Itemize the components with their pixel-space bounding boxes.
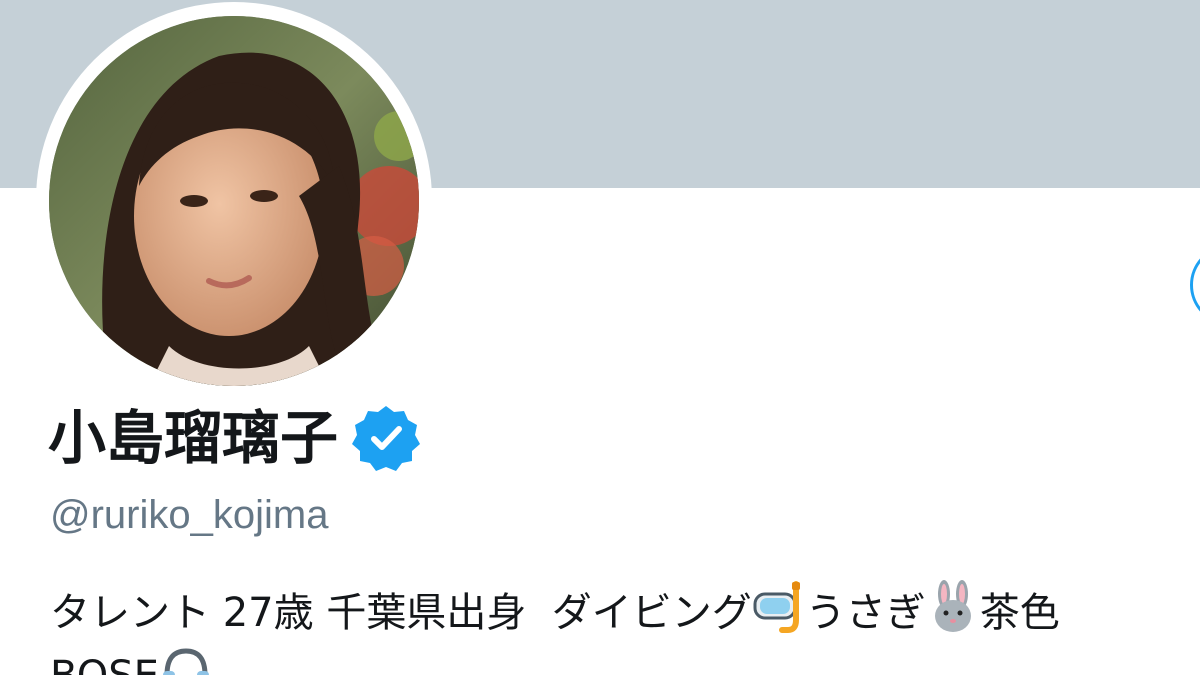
bio-text-3: 茶色 (979, 590, 1060, 636)
avatar-photo (49, 16, 419, 386)
headphones-emoji (162, 648, 209, 675)
name-row: 小島瑠璃子 (48, 398, 422, 478)
avatar[interactable] (49, 16, 419, 386)
profile-page: 小島瑠璃子 @ruriko_kojima タレント 27歳 千葉県出身 ダイビン… (0, 0, 1200, 675)
verified-badge-icon (352, 406, 421, 471)
rabbit-emoji (934, 580, 971, 632)
follow-button-edge[interactable] (1190, 245, 1200, 325)
profile-bio-line-2: BOSE (50, 643, 213, 675)
display-name: 小島瑠璃子 (48, 404, 339, 472)
bio-text-2: うさぎ (805, 590, 926, 636)
profile-bio: タレント 27歳 千葉県出身 ダイビング うさぎ 茶色 (50, 580, 1200, 644)
bio-text-4: BOSE (50, 653, 159, 675)
diving-mask-emoji (753, 581, 800, 633)
profile-handle: @ruriko_kojima (50, 493, 329, 537)
bio-text-1: タレント 27歳 千葉県出身 ダイビング (50, 590, 752, 636)
